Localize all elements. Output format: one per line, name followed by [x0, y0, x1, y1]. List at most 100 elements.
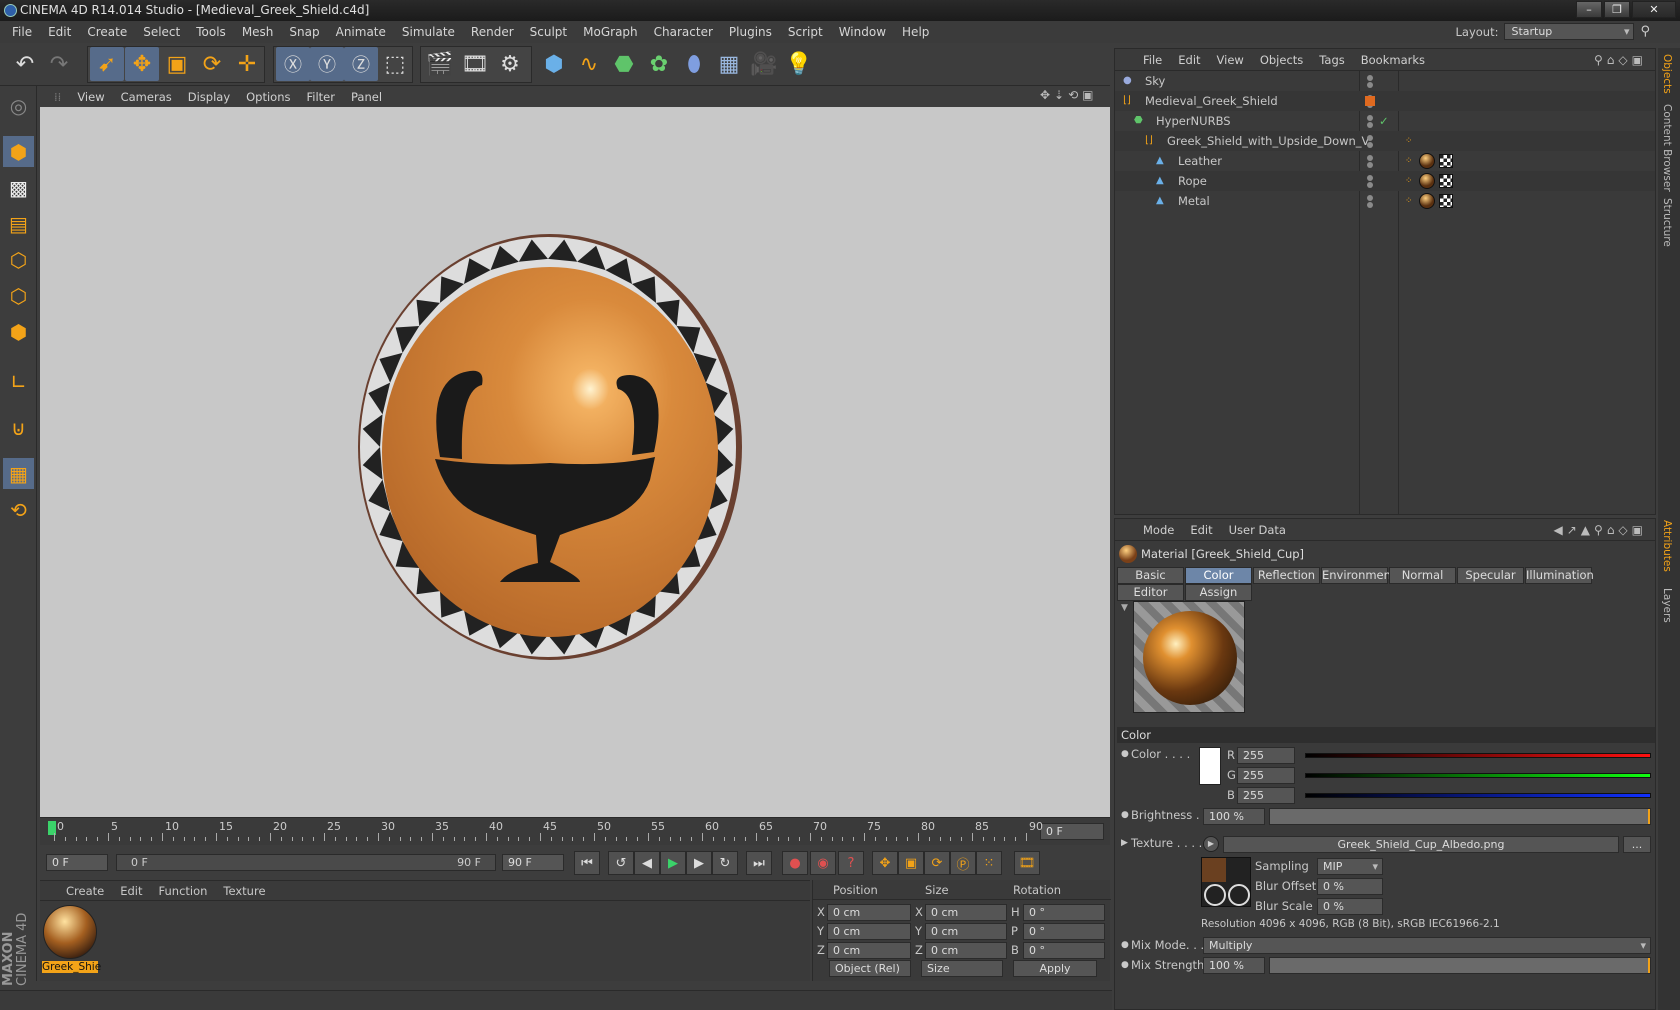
- brightness-field[interactable]: 100 %: [1203, 808, 1265, 825]
- tab-reflection[interactable]: Reflection: [1253, 567, 1320, 584]
- attributes-menu-user-data[interactable]: User Data: [1221, 523, 1294, 537]
- timeline-ruler[interactable]: 0 F 0 5 10 15 20 25 30 35 40 45 50 55 60 65 70 75 80 85 90: [40, 817, 1110, 845]
- object-name[interactable]: Leather: [1178, 151, 1222, 171]
- object-menu-tags[interactable]: Tags: [1311, 53, 1352, 67]
- object-name[interactable]: HyperNURBS: [1156, 111, 1231, 131]
- start-frame-field[interactable]: 0 F: [46, 854, 108, 871]
- render-picture-viewer-icon[interactable]: 🎞: [458, 47, 492, 81]
- tab-basic[interactable]: Basic: [1117, 567, 1184, 584]
- layer-color-swatch[interactable]: [1365, 96, 1375, 106]
- side-tab-attributes[interactable]: Attributes: [1661, 520, 1673, 572]
- object-name[interactable]: Metal: [1178, 191, 1210, 211]
- mograph-cloner-icon[interactable]: ✿: [642, 47, 676, 81]
- scale-tool-icon[interactable]: ▣: [160, 47, 194, 81]
- next-key-icon[interactable]: ↻: [712, 851, 738, 875]
- texture-mode-icon[interactable]: ▩: [3, 172, 34, 203]
- menu-help[interactable]: Help: [894, 25, 937, 39]
- polygons-mode-icon[interactable]: ⬢: [3, 316, 34, 347]
- rotation-field[interactable]: 0 °: [1023, 942, 1105, 959]
- menu-simulate[interactable]: Simulate: [394, 25, 463, 39]
- viewport-menu-filter[interactable]: Filter: [299, 90, 343, 104]
- key-position-icon[interactable]: ✥: [872, 851, 898, 875]
- coordinate-system-icon[interactable]: ⬚: [378, 47, 412, 81]
- mix-strength-field[interactable]: 100 %: [1203, 957, 1265, 974]
- menu-render[interactable]: Render: [463, 25, 522, 39]
- current-frame-field[interactable]: 0 F: [1040, 823, 1104, 840]
- deformer-icon[interactable]: ⬮: [677, 47, 711, 81]
- side-tab-structure[interactable]: Structure: [1661, 198, 1673, 247]
- blue-field[interactable]: 255: [1237, 787, 1295, 804]
- material-name-label[interactable]: Greek_Shie: [42, 961, 101, 973]
- size-field[interactable]: 0 cm: [925, 904, 1007, 921]
- key-scale-icon[interactable]: ▣: [898, 851, 924, 875]
- brightness-slider[interactable]: [1269, 808, 1651, 825]
- nurbs-icon[interactable]: ⬣: [607, 47, 641, 81]
- object-row[interactable]: ⌊⌋ Greek_Shield_with_Upside_Down_V ⁘: [1115, 131, 1655, 151]
- rotation-field[interactable]: 0 °: [1023, 923, 1105, 940]
- sampling-dropdown[interactable]: MIP: [1317, 858, 1383, 875]
- position-field[interactable]: 0 cm: [827, 923, 911, 940]
- record-keys-icon[interactable]: ●: [782, 851, 808, 875]
- tab-normal[interactable]: Normal: [1389, 567, 1456, 584]
- make-editable-icon[interactable]: ◎: [3, 90, 34, 121]
- viewport-menu-panel[interactable]: Panel: [343, 90, 390, 104]
- editor-visibility-dot[interactable]: [1367, 155, 1373, 161]
- menu-select[interactable]: Select: [135, 25, 188, 39]
- rotation-field[interactable]: 0 °: [1023, 904, 1105, 921]
- undo-icon[interactable]: ↶: [8, 47, 42, 81]
- phong-tag-icon[interactable]: ⁘: [1405, 131, 1413, 151]
- texture-browse-button[interactable]: ...: [1623, 836, 1651, 853]
- rotate-tool-icon[interactable]: ⟳: [195, 47, 229, 81]
- menu-plugins[interactable]: Plugins: [721, 25, 780, 39]
- axis-mode-icon[interactable]: ∟: [3, 366, 34, 397]
- material-tag-icon[interactable]: [1419, 193, 1435, 209]
- layout-dropdown[interactable]: Startup: [1504, 23, 1635, 40]
- search-icon[interactable]: ⚲: [1640, 24, 1650, 39]
- texture-file-field[interactable]: Greek_Shield_Cup_Albedo.png: [1223, 836, 1619, 853]
- phong-tag-icon[interactable]: ⁘: [1405, 151, 1413, 171]
- material-preview[interactable]: [1133, 601, 1245, 713]
- editor-visibility-dot[interactable]: [1367, 175, 1373, 181]
- green-field[interactable]: 255: [1237, 767, 1295, 784]
- render-visibility-dot[interactable]: [1367, 162, 1373, 168]
- object-name[interactable]: Rope: [1178, 171, 1207, 191]
- red-slider[interactable]: [1305, 753, 1651, 758]
- object-row[interactable]: ● Sky: [1115, 71, 1655, 91]
- keyframe-selection-icon[interactable]: ?: [838, 851, 864, 875]
- texture-options-icon[interactable]: ▶: [1203, 836, 1219, 852]
- menu-tools[interactable]: Tools: [188, 25, 234, 39]
- tab-color[interactable]: Color: [1185, 567, 1252, 584]
- coordinate-mode-dropdown[interactable]: Object (Rel): [829, 960, 911, 977]
- uvw-tag-icon[interactable]: [1439, 194, 1453, 208]
- render-visibility-dot[interactable]: [1367, 142, 1373, 148]
- size-mode-dropdown[interactable]: Size: [921, 960, 1003, 977]
- menu-character[interactable]: Character: [646, 25, 721, 39]
- z-axis-lock-icon[interactable]: Ⓩ: [344, 47, 378, 81]
- material-tag-icon[interactable]: [1419, 173, 1435, 189]
- phong-tag-icon[interactable]: ⁘: [1405, 191, 1413, 211]
- end-frame-field[interactable]: 90 F: [502, 854, 564, 871]
- key-rotation-icon[interactable]: ⟳: [924, 851, 950, 875]
- light-icon[interactable]: 💡: [782, 47, 816, 81]
- phong-tag-icon[interactable]: ⁘: [1405, 171, 1413, 191]
- uvw-tag-icon[interactable]: [1439, 154, 1453, 168]
- viewport-nav-icons[interactable]: ✥⇣⟲▣: [1040, 88, 1098, 102]
- render-visibility-dot[interactable]: [1367, 82, 1373, 88]
- material-menu-texture[interactable]: Texture: [215, 884, 273, 898]
- menu-sculpt[interactable]: Sculpt: [522, 25, 575, 39]
- workplane-mode-icon[interactable]: ▤: [3, 208, 34, 239]
- model-mode-icon[interactable]: ⬢: [3, 136, 34, 167]
- previous-key-icon[interactable]: ↺: [608, 851, 634, 875]
- object-menu-view[interactable]: View: [1209, 53, 1252, 67]
- play-icon[interactable]: ▶: [660, 851, 686, 875]
- color-swatch[interactable]: [1199, 747, 1221, 785]
- preview-collapse-icon[interactable]: ▼: [1121, 603, 1128, 613]
- spline-icon[interactable]: ∿: [572, 47, 606, 81]
- object-menu-edit[interactable]: Edit: [1170, 53, 1208, 67]
- tab-assign[interactable]: Assign: [1185, 584, 1252, 601]
- material-menu-edit[interactable]: Edit: [112, 884, 150, 898]
- side-tab-content-browser[interactable]: Content Browser: [1661, 104, 1673, 192]
- material-menu-create[interactable]: Create: [58, 884, 112, 898]
- object-menu-file[interactable]: File: [1135, 53, 1170, 67]
- viewport-menu-view[interactable]: View: [69, 90, 112, 104]
